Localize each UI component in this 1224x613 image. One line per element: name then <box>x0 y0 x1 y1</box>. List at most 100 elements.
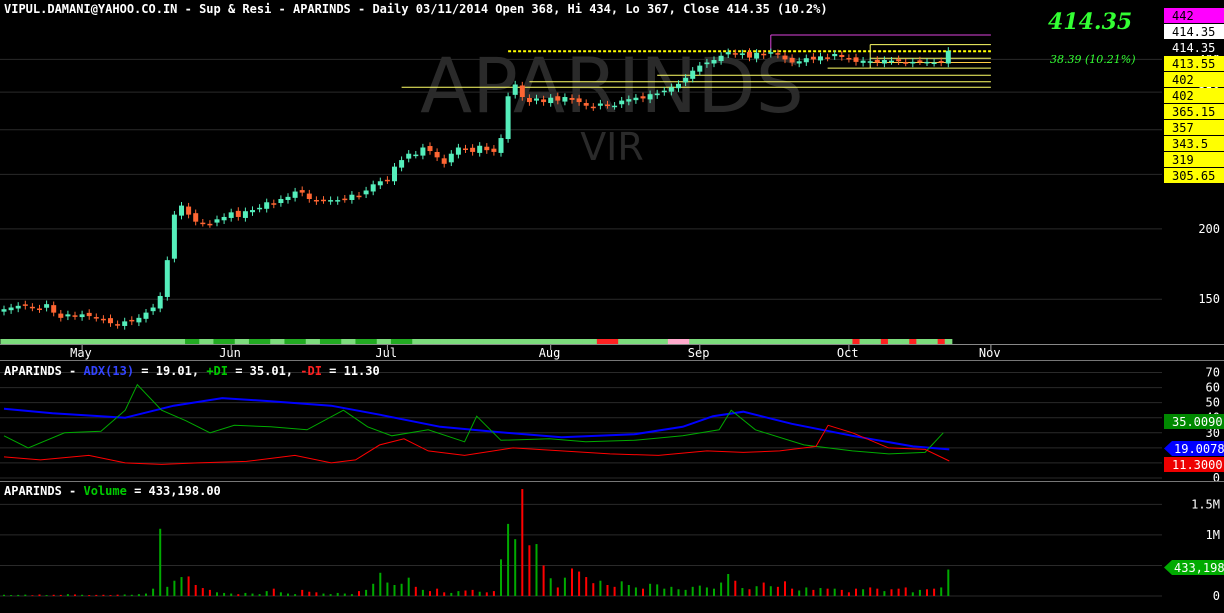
adx-series-line <box>3 397 950 451</box>
candle-body <box>285 196 291 200</box>
signal-strip-cell <box>319 339 328 344</box>
signal-strip-cell <box>923 339 932 344</box>
adx-label-text: 35.0090 <box>1172 415 1223 429</box>
signal-strip-cell <box>667 339 676 344</box>
signal-strip-cell <box>646 339 655 344</box>
volume-bar <box>52 594 55 596</box>
candle-body <box>392 166 397 182</box>
price-label-text: 357 <box>1172 121 1194 135</box>
adx-title-pdi-val: = 35.01, <box>228 364 300 378</box>
volume-bar <box>897 588 900 596</box>
candle-body <box>697 65 703 72</box>
price-label: 442 <box>1164 8 1224 23</box>
signal-strip-cell <box>376 339 385 344</box>
candle-body <box>335 200 341 202</box>
price-right-labels: 442 414.35 414.35 413.55 402 402 365.15 357 343.… <box>1164 8 1224 183</box>
volume-bar <box>940 587 943 596</box>
candle-body <box>654 93 660 96</box>
volume-bar <box>407 577 410 596</box>
candle-body <box>427 146 433 152</box>
volume-bar <box>599 580 602 596</box>
volume-bar <box>634 587 637 596</box>
volume-bar <box>130 594 133 596</box>
signal-strip-cell <box>298 339 307 344</box>
candle-body <box>491 148 497 152</box>
candle-body <box>605 104 610 106</box>
volume-bar <box>826 588 829 596</box>
volume-bar <box>514 539 517 596</box>
candle-body <box>917 60 923 62</box>
candle-body <box>406 153 412 159</box>
signal-strip-cell <box>809 339 818 344</box>
price-label: 413.55 <box>1164 56 1224 71</box>
signal-strip-cell <box>696 339 704 344</box>
signal-strip-cell <box>263 339 271 344</box>
signal-strip-cell <box>454 339 463 344</box>
candle-body <box>86 312 92 317</box>
price-label: 365.15 <box>1164 104 1224 119</box>
candle-body <box>526 97 532 103</box>
volume-bar <box>528 545 531 596</box>
signal-strip-cell <box>852 339 861 344</box>
signal-strip-cell <box>177 339 186 344</box>
adx-pane-title: APARINDS - ADX(13) = 19.01, +DI = 35.01,… <box>4 364 380 378</box>
signal-strip-cell <box>220 339 229 344</box>
candle-body <box>278 199 284 204</box>
candle-body <box>619 100 625 105</box>
signal-strip-cell <box>866 339 875 344</box>
candle-body <box>370 184 376 192</box>
signal-strip-cell <box>398 339 406 344</box>
volume-bar <box>784 581 786 596</box>
signal-strip-cell <box>838 339 846 344</box>
adx-series-line <box>3 383 944 455</box>
signal-strip-cell <box>270 339 278 344</box>
candle-body <box>93 317 99 319</box>
last-price: 414.35 <box>1048 9 1132 35</box>
signal-strip-cell <box>937 339 946 344</box>
signal-strip-cell <box>256 339 264 344</box>
volume-bar <box>95 594 98 596</box>
volume-bar <box>379 572 382 596</box>
candle-body <box>881 60 887 64</box>
volume-bar <box>542 565 545 596</box>
candle-body <box>363 190 369 195</box>
signal-strip-cell <box>767 339 775 344</box>
candle-body <box>846 57 852 60</box>
candle-body <box>235 210 241 217</box>
candle-body <box>313 199 319 202</box>
signal-strip-cell <box>724 339 733 344</box>
signal-strip-cell <box>561 339 569 344</box>
candle-body <box>143 312 149 319</box>
volume-bar <box>535 544 538 596</box>
volume-bar <box>571 568 573 596</box>
candle-body <box>448 153 454 163</box>
volume-tick-label: 1M <box>1206 528 1220 542</box>
candle-body <box>704 62 710 65</box>
signal-strip-cell <box>887 339 896 344</box>
candle-body <box>690 70 696 79</box>
volume-bar <box>400 583 403 596</box>
volume-bar <box>88 595 91 596</box>
volume-bar <box>642 588 644 596</box>
volume-bar <box>862 589 865 596</box>
signal-strip-cell <box>355 339 364 344</box>
candle-body <box>250 210 255 213</box>
signal-strip-cell <box>745 339 754 344</box>
volume-bar <box>17 594 20 596</box>
signal-strip-cell <box>426 339 435 344</box>
candle-body <box>129 319 135 322</box>
candle-body <box>271 203 277 205</box>
volume-bar <box>819 588 822 596</box>
candle-body <box>221 216 227 221</box>
volume-tick-label: 1.5M <box>1191 497 1220 511</box>
candle-body <box>22 304 28 306</box>
volume-bar <box>279 592 282 596</box>
candle-body <box>938 61 944 63</box>
volume-bar <box>918 589 921 596</box>
signal-strip-cell <box>788 339 797 344</box>
adx-lines <box>3 383 950 465</box>
signal-strip-cell <box>504 339 513 344</box>
signal-strip-cell <box>305 339 314 344</box>
candle-body <box>867 61 873 63</box>
volume-title-name: Volume <box>83 484 126 498</box>
